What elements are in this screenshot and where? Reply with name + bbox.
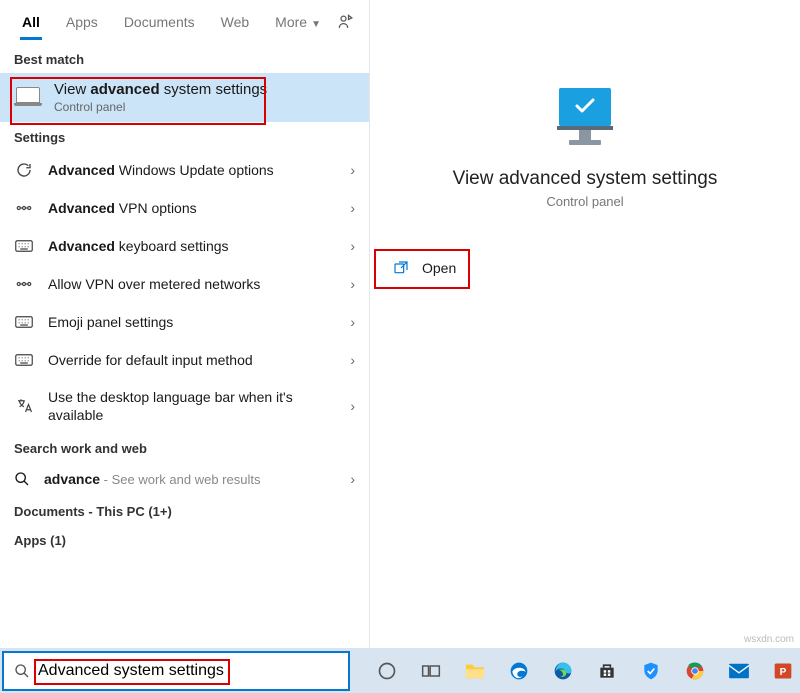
- svg-text:P: P: [780, 667, 787, 678]
- chevron-right-icon: ›: [350, 162, 355, 178]
- language-icon: [14, 396, 34, 416]
- open-action[interactable]: Open: [380, 249, 480, 287]
- search-query-text: Advanced system settings: [38, 662, 224, 680]
- chevron-right-icon: ›: [350, 314, 355, 330]
- tab-apps[interactable]: Apps: [54, 4, 110, 40]
- tab-all[interactable]: All: [10, 4, 52, 40]
- tab-documents[interactable]: Documents: [112, 4, 207, 40]
- chevron-right-icon: ›: [350, 398, 355, 414]
- preview-subtitle: Control panel: [546, 194, 623, 209]
- keyboard-icon: [14, 312, 34, 332]
- chevron-right-icon: ›: [350, 352, 355, 368]
- vpn-icon: [14, 274, 34, 294]
- tab-web[interactable]: Web: [209, 4, 262, 40]
- section-best-match: Best match: [0, 44, 369, 73]
- section-search-web: Search work and web: [0, 433, 369, 462]
- best-match-subtitle: Control panel: [54, 100, 267, 114]
- keyboard-icon: [14, 236, 34, 256]
- taskbar: Advanced system settings P: [0, 648, 800, 693]
- setting-item[interactable]: Advanced VPN options ›: [0, 189, 369, 227]
- setting-item[interactable]: Allow VPN over metered networks ›: [0, 265, 369, 303]
- feedback-icon[interactable]: [335, 11, 357, 33]
- chevron-right-icon: ›: [350, 238, 355, 254]
- file-explorer-icon[interactable]: [458, 654, 492, 688]
- edge-legacy-icon[interactable]: [502, 654, 536, 688]
- mail-icon[interactable]: [722, 654, 756, 688]
- best-match-title: View advanced system settings: [54, 81, 267, 98]
- security-icon[interactable]: [634, 654, 668, 688]
- section-settings: Settings: [0, 122, 369, 151]
- open-icon: [392, 259, 410, 277]
- results-left-pane: All Apps Documents Web More▼ Best match …: [0, 0, 370, 648]
- refresh-icon: [14, 160, 34, 180]
- chrome-icon[interactable]: [678, 654, 712, 688]
- setting-item[interactable]: Advanced Windows Update options ›: [0, 151, 369, 189]
- vpn-icon: [14, 198, 34, 218]
- store-icon[interactable]: [590, 654, 624, 688]
- section-documents-pc[interactable]: Documents - This PC (1+): [0, 496, 369, 525]
- section-apps[interactable]: Apps (1): [0, 525, 369, 554]
- search-icon: [14, 663, 30, 679]
- setting-item[interactable]: Emoji panel settings ›: [0, 303, 369, 341]
- keyboard-icon: [14, 350, 34, 370]
- search-results-panel: All Apps Documents Web More▼ Best match …: [0, 0, 800, 648]
- watermark: wsxdn.com: [744, 634, 794, 645]
- chevron-right-icon: ›: [350, 200, 355, 216]
- monitor-icon: [549, 84, 621, 150]
- best-match-result[interactable]: View advanced system settings Control pa…: [0, 73, 369, 122]
- chevron-right-icon: ›: [350, 276, 355, 292]
- setting-item[interactable]: Override for default input method ›: [0, 341, 369, 379]
- search-icon: [14, 471, 30, 487]
- edge-icon[interactable]: [546, 654, 580, 688]
- preview-title: View advanced system settings: [453, 168, 718, 190]
- chevron-down-icon: ▼: [311, 19, 321, 30]
- tab-more[interactable]: More▼: [263, 4, 333, 40]
- task-view-icon[interactable]: [414, 654, 448, 688]
- search-input[interactable]: Advanced system settings: [2, 651, 350, 691]
- cortana-icon[interactable]: [370, 654, 404, 688]
- setting-item[interactable]: Advanced keyboard settings ›: [0, 227, 369, 265]
- setting-item[interactable]: Use the desktop language bar when it's a…: [0, 379, 369, 433]
- filter-tabs: All Apps Documents Web More▼: [0, 0, 369, 44]
- powerpoint-icon[interactable]: P: [766, 654, 800, 688]
- preview-pane: View advanced system settings Control pa…: [370, 0, 800, 648]
- web-search-suggestion[interactable]: advance - See work and web results ›: [0, 462, 369, 496]
- laptop-icon: [14, 87, 42, 109]
